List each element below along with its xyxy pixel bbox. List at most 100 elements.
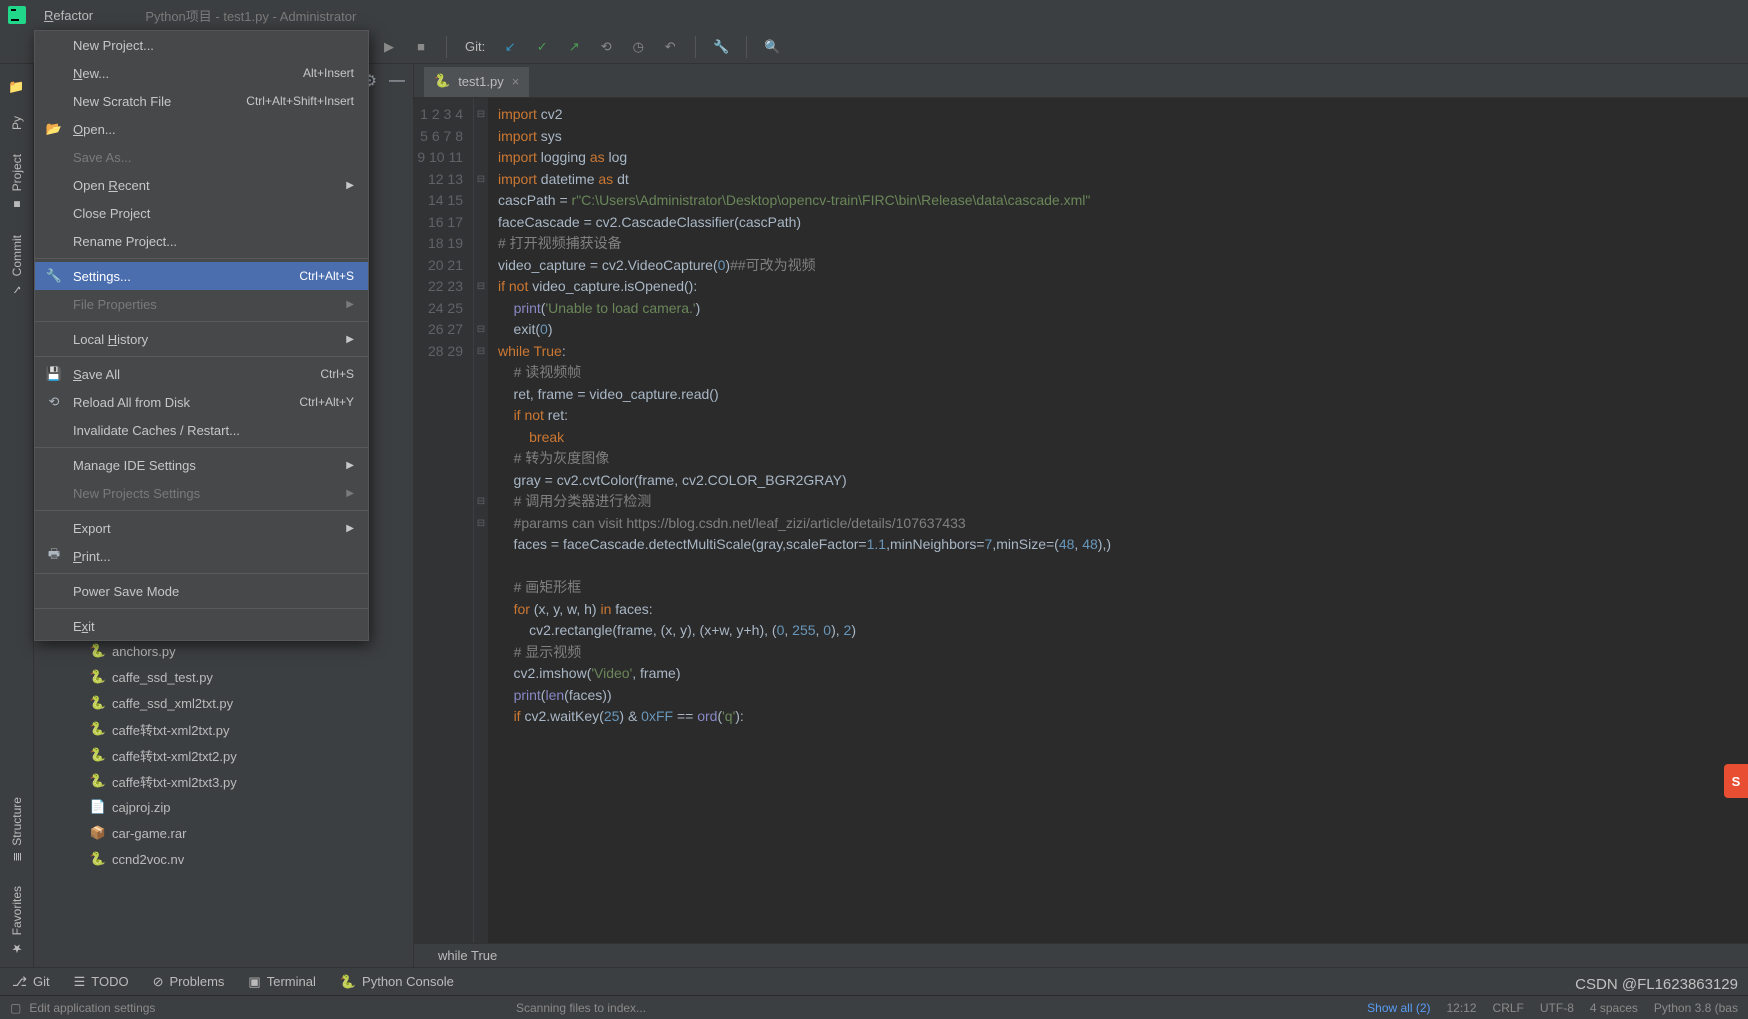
menu-item-manage-ide-settings[interactable]: Manage IDE Settings▶: [35, 451, 368, 479]
rail-tab-favorites[interactable]: ★Favorites: [10, 886, 24, 955]
status-indent[interactable]: 4 spaces: [1590, 1001, 1638, 1015]
run-button[interactable]: ▶: [380, 38, 398, 56]
tree-file[interactable]: 🐍ccnd2voc.nv: [90, 846, 413, 872]
menu-item-close-project[interactable]: Close Project: [35, 199, 368, 227]
git-history-icon[interactable]: ⟲: [597, 38, 615, 56]
bottom-tab-git[interactable]: ⎇Git: [12, 974, 50, 990]
menu-item-reload-all-from-disk[interactable]: ⟲Reload All from DiskCtrl+Alt+Y: [35, 388, 368, 416]
status-show-all[interactable]: Show all (2): [1367, 1001, 1430, 1015]
py-file-icon: 🐍: [90, 643, 106, 659]
code-editor[interactable]: import cv2 import sys import logging as …: [488, 98, 1748, 943]
git-push-icon[interactable]: ↗: [565, 38, 583, 56]
menu-item-new-project[interactable]: New Project...: [35, 31, 368, 59]
tree-file[interactable]: 🐍caffe转txt-xml2txt2.py: [90, 742, 413, 768]
bottom-toolbar: ⎇Git ☰TODO ⊘Problems ▣Terminal 🐍Python Conso…: [0, 967, 1748, 995]
close-icon[interactable]: ×: [512, 74, 520, 89]
status-cursor[interactable]: 12:12: [1447, 1001, 1477, 1015]
tree-file[interactable]: 🐍caffe_ssd_test.py: [90, 664, 413, 690]
line-gutter[interactable]: 1 2 3 4 5 6 7 8 9 10 11 12 13 14 15 16 1…: [414, 98, 474, 943]
menu-item-power-save-mode[interactable]: Power Save Mode: [35, 577, 368, 605]
tree-file[interactable]: 🐍caffe_ssd_xml2txt.py: [90, 690, 413, 716]
clock-icon[interactable]: ◷: [629, 38, 647, 56]
git-icon: ⎇: [12, 974, 27, 990]
tree-file[interactable]: 📄cajproj.zip: [90, 794, 413, 820]
status-square-icon[interactable]: ▢: [10, 1001, 21, 1015]
bottom-tab-todo[interactable]: ☰TODO: [74, 974, 129, 990]
python-file-icon: 🐍: [434, 73, 450, 89]
status-encoding[interactable]: UTF-8: [1540, 1001, 1574, 1015]
status-indexing: Scanning files to index...: [516, 1001, 646, 1015]
git-pull-icon[interactable]: ↙: [501, 38, 519, 56]
chevron-right-icon: ▶: [346, 299, 354, 310]
breadcrumb[interactable]: while True: [414, 943, 1748, 967]
menu-item-settings[interactable]: 🔧Settings...Ctrl+Alt+S: [35, 262, 368, 290]
left-tool-rail: 📁 Py ■Project ✓Commit ≣Structure ★Favori…: [0, 64, 34, 967]
py-file-icon: 🐍: [90, 851, 106, 867]
statusbar: ▢ Edit application settings Scanning fil…: [0, 995, 1748, 1019]
menu-item-file-properties: File Properties▶: [35, 290, 368, 318]
editor-tabbar: 🐍 test1.py ×: [414, 64, 1748, 98]
bottom-tab-terminal[interactable]: ▣Terminal: [248, 974, 315, 990]
py-file-icon: 🐍: [90, 773, 106, 789]
editor-area: 🐍 test1.py × 1 2 3 4 5 6 7 8 9 10 11 12 …: [414, 64, 1748, 967]
menu-item-export[interactable]: Export▶: [35, 514, 368, 542]
rail-top-label[interactable]: Py: [10, 116, 24, 130]
reload-icon: ⟲: [45, 393, 63, 411]
search-icon[interactable]: 🔍: [763, 38, 781, 56]
rail-tab-project[interactable]: ■Project: [10, 154, 24, 211]
menu-item-print[interactable]: 🖶Print...: [35, 542, 368, 570]
menu-item-local-history[interactable]: Local History▶: [35, 325, 368, 353]
wrench-icon: 🔧: [45, 267, 63, 285]
py-file-icon: 🐍: [90, 747, 106, 763]
menu-item-invalidate-caches-restart[interactable]: Invalidate Caches / Restart...: [35, 416, 368, 444]
menu-item-new-scratch-file[interactable]: New Scratch FileCtrl+Alt+Shift+Insert: [35, 87, 368, 115]
file-menu-dropdown: New Project...New...Alt+InsertNew Scratc…: [34, 30, 369, 641]
menu-item-open-recent[interactable]: Open Recent▶: [35, 171, 368, 199]
menu-item-exit[interactable]: Exit: [35, 612, 368, 640]
right-gutter-badge[interactable]: S: [1724, 764, 1748, 798]
folder-collapsed-icon[interactable]: 📁: [6, 76, 28, 98]
save-icon: 💾: [45, 365, 63, 383]
panel-minimize-icon[interactable]: —: [389, 72, 405, 90]
py-file-icon: 🐍: [90, 669, 106, 685]
rar-file-icon: 📦: [90, 825, 106, 841]
chevron-right-icon: ▶: [346, 488, 354, 499]
menu-item-new-projects-settings: New Projects Settings▶: [35, 479, 368, 507]
py-file-icon: 🐍: [90, 695, 106, 711]
bottom-tab-problems[interactable]: ⊘Problems: [153, 974, 225, 990]
tree-file[interactable]: 🐍caffe转txt-xml2txt.py: [90, 716, 413, 742]
wrench-icon[interactable]: 🔧: [712, 38, 730, 56]
chevron-right-icon: ▶: [346, 523, 354, 534]
menu-item-new[interactable]: New...Alt+Insert: [35, 59, 368, 87]
chevron-right-icon: ▶: [346, 460, 354, 471]
stop-button[interactable]: ■: [412, 38, 430, 56]
zip-file-icon: 📄: [90, 799, 106, 815]
chevron-right-icon: ▶: [346, 180, 354, 191]
status-crlf[interactable]: CRLF: [1493, 1001, 1524, 1015]
status-interp[interactable]: Python 3.8 (bas: [1654, 1001, 1738, 1015]
git-label: Git:: [465, 39, 485, 54]
folder-icon: 📂: [45, 120, 63, 138]
terminal-icon: ▣: [248, 974, 260, 990]
git-commit-icon[interactable]: ✓: [533, 38, 551, 56]
py-file-icon: 🐍: [90, 721, 106, 737]
todo-icon: ☰: [74, 974, 86, 990]
tree-file[interactable]: 📦car-game.rar: [90, 820, 413, 846]
bottom-tab-python-console[interactable]: 🐍Python Console: [340, 974, 454, 990]
rail-tab-commit[interactable]: ✓Commit: [10, 235, 24, 296]
undo-icon[interactable]: ↶: [661, 38, 679, 56]
tree-file[interactable]: 🐍anchors.py: [90, 638, 413, 664]
tree-file[interactable]: 🐍caffe转txt-xml2txt3.py: [90, 768, 413, 794]
menu-refactor[interactable]: Refactor: [34, 0, 105, 30]
menu-item-rename-project[interactable]: Rename Project...: [35, 227, 368, 255]
menubar: FileEditViewNavigateCodeRefactorRunTools…: [0, 0, 1748, 30]
menu-item-save-all[interactable]: 💾Save AllCtrl+S: [35, 360, 368, 388]
chevron-right-icon: ▶: [346, 334, 354, 345]
ide-logo-icon: [0, 0, 34, 30]
menu-item-save-as: Save As...: [35, 143, 368, 171]
menu-item-open[interactable]: 📂Open...: [35, 115, 368, 143]
rail-tab-structure[interactable]: ≣Structure: [10, 797, 24, 862]
problems-icon: ⊘: [153, 974, 164, 990]
fold-column[interactable]: ⊟⊟⊟⊟⊟⊟⊟: [474, 98, 488, 943]
editor-tab[interactable]: 🐍 test1.py ×: [424, 67, 529, 97]
